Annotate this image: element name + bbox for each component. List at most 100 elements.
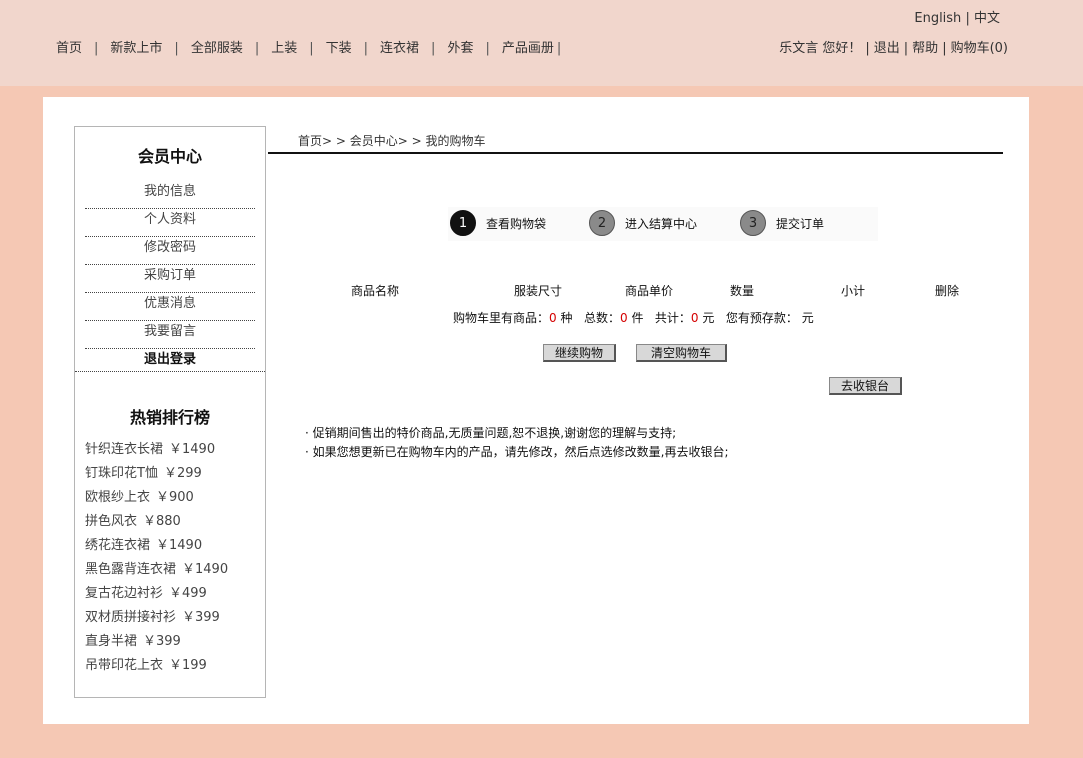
summary-sum-value: 0 <box>690 311 699 325</box>
nav-separator: | <box>556 41 562 56</box>
step-number: 2 <box>589 210 615 236</box>
nav-item-new-arrivals[interactable]: 新款上市 <box>110 41 162 56</box>
summary-deposit-unit: 元 <box>801 311 814 325</box>
nav-separator: | <box>485 41 490 56</box>
col-header-size: 服装尺寸 <box>514 284 563 298</box>
nav-separator: | <box>174 41 179 56</box>
hot-item-name: 双材质拼接衬衫 <box>85 610 177 625</box>
menu-item-orders[interactable]: 采购订单 <box>85 266 255 293</box>
col-header-delete: 删除 <box>935 284 960 298</box>
hot-item-name: 复古花边衬衫 <box>85 586 164 601</box>
hot-ranking-title: 热销排行榜 <box>129 408 210 427</box>
nav-item-catalog[interactable]: 产品画册 <box>502 41 554 56</box>
menu-item-leave-message[interactable]: 我要留言 <box>85 322 255 349</box>
hot-item-price: ￥1490 <box>156 538 203 553</box>
lang-chinese-link[interactable]: 中文 <box>974 11 1000 26</box>
hot-item[interactable]: 拼色风衣 ￥880 <box>85 513 228 537</box>
hot-ranking-list: 针织连衣长裙 ￥1490 钉珠印花T恤 ￥299 欧根纱上衣 ￥900 拼色风衣 ￥88… <box>85 441 228 681</box>
menu-item-promotions[interactable]: 优惠消息 <box>85 294 255 321</box>
member-center-title: 会员中心 <box>137 147 202 166</box>
breadcrumb-divider <box>268 152 1003 154</box>
user-greeting: 乐文言 您好！ <box>779 41 862 56</box>
nav-item-home[interactable]: 首页 <box>56 41 82 56</box>
nav-separator: | <box>254 41 260 56</box>
hot-item[interactable]: 双材质拼接衬衫 ￥399 <box>85 609 228 633</box>
checkout-button[interactable]: 去收银台 <box>829 377 902 395</box>
step-view-bag: 1 查看购物袋 <box>450 209 546 237</box>
continue-shopping-button[interactable]: 继续购物 <box>543 344 616 362</box>
cart-notes: · 促销期间售出的特价商品,无质量问题,恕不退换,谢谢您的理解与支持; · 如果… <box>305 424 729 462</box>
col-header-unit-price: 商品单价 <box>625 284 674 298</box>
clear-cart-button[interactable]: 清空购物车 <box>636 344 727 362</box>
summary-total-label: 总数： <box>583 311 620 325</box>
hot-item-name: 拼色风衣 <box>85 514 138 529</box>
hot-item[interactable]: 复古花边衬衫 ￥499 <box>85 585 228 609</box>
menu-item-profile[interactable]: 个人资料 <box>85 210 255 237</box>
note-line: · 促销期间售出的特价商品,无质量问题,恕不退换,谢谢您的理解与支持; <box>305 426 677 440</box>
hot-item[interactable]: 绣花连衣裙 ￥1490 <box>85 537 228 561</box>
step-submit-order: 3 提交订单 <box>740 209 824 237</box>
hot-item-price: ￥199 <box>169 658 207 673</box>
hot-item-name: 绣花连衣裙 <box>85 538 151 553</box>
hot-item-price: ￥880 <box>143 514 181 529</box>
sidebar-divider <box>75 371 265 372</box>
step-checkout-center: 2 进入结算中心 <box>589 209 697 237</box>
summary-sum-unit: 元 <box>702 311 715 325</box>
checkout-steps: 1 查看购物袋 2 进入结算中心 3 提交订单 <box>448 207 878 241</box>
user-links: 乐文言 您好！ | 退出 | 帮助 | 购物车(0) <box>779 37 1008 56</box>
nav-item-all-clothing[interactable]: 全部服装 <box>191 41 243 56</box>
menu-item-my-info[interactable]: 我的信息 <box>85 182 255 209</box>
hot-item[interactable]: 吊带印花上衣 ￥199 <box>85 657 228 681</box>
hot-item-name: 直身半裙 <box>85 634 138 649</box>
nav-item-bottoms[interactable]: 下装 <box>326 41 352 56</box>
hot-item-price: ￥499 <box>169 586 207 601</box>
step-label: 查看购物袋 <box>486 216 547 231</box>
step-label: 提交订单 <box>776 216 825 231</box>
top-bar: English | 中文 首页 | 新款上市 | 全部服装 | 上装 | 下装 | 连衣裙 | 外套 | 产… <box>0 0 1083 86</box>
menu-item-change-password[interactable]: 修改密码 <box>85 238 255 265</box>
help-link[interactable]: 帮助 <box>912 41 938 56</box>
hot-item-price: ￥399 <box>182 610 220 625</box>
nav-item-outerwear[interactable]: 外套 <box>447 41 473 56</box>
hot-item-price: ￥1490 <box>169 442 216 457</box>
member-menu: 我的信息 个人资料 修改密码 采购订单 优惠消息 我要留言 退出登录 <box>85 182 255 377</box>
hot-item-name: 欧根纱上衣 <box>85 490 151 505</box>
user-divider: | <box>865 41 870 56</box>
hot-item[interactable]: 直身半裙 ￥399 <box>85 633 228 657</box>
hot-item[interactable]: 黑色露背连衣裙 ￥1490 <box>85 561 228 585</box>
hot-item[interactable]: 针织连衣长裙 ￥1490 <box>85 441 228 465</box>
nav-item-tops[interactable]: 上装 <box>271 41 297 56</box>
cart-link[interactable]: 购物车(0) <box>951 41 1008 56</box>
summary-total-count: 0 <box>619 311 628 325</box>
nav-separator: | <box>363 41 369 56</box>
hot-item-name: 黑色露背连衣裙 <box>85 562 177 577</box>
nav-separator: | <box>94 41 99 56</box>
lang-english-link[interactable]: English <box>914 11 961 26</box>
summary-total-unit: 件 <box>631 311 644 325</box>
user-divider: | <box>903 41 909 56</box>
breadcrumb: 首页> > 会员中心> > 我的购物车 <box>298 134 486 148</box>
step-label: 进入结算中心 <box>625 216 698 231</box>
hot-item-name: 吊带印花上衣 <box>85 658 164 673</box>
col-header-product-name: 商品名称 <box>351 284 400 298</box>
summary-kinds-count: 0 <box>549 311 557 325</box>
logout-link[interactable]: 退出 <box>874 41 900 56</box>
main-panel: 会员中心 我的信息 个人资料 修改密码 采购订单 优惠消息 我要留言 退出登录 … <box>43 97 1029 724</box>
col-header-subtotal: 小计 <box>841 284 866 298</box>
hot-item[interactable]: 欧根纱上衣 ￥900 <box>85 489 228 513</box>
note-line: · 如果您想更新已在购物车内的产品，请先修改，然后点选修改数量,再去收银台; <box>305 445 729 459</box>
hot-item[interactable]: 钉珠印花T恤 ￥299 <box>85 465 228 489</box>
cart-summary: 购物车里有商品：0 种 总数：0 件 共计：0 元 您有预存款： 元 <box>453 309 814 326</box>
summary-sum-label: 共计： <box>654 311 691 325</box>
main-nav: 首页 | 新款上市 | 全部服装 | 上装 | 下装 | 连衣裙 | 外套 | 产品画册 | <box>56 37 561 56</box>
hot-item-price: ￥399 <box>143 634 181 649</box>
lang-divider: | <box>965 11 970 26</box>
summary-deposit-label: 您有预存款： <box>725 311 798 325</box>
hot-item-price: ￥900 <box>156 490 194 505</box>
menu-item-sign-out[interactable]: 退出登录 <box>85 350 255 376</box>
col-header-quantity: 数量 <box>730 284 755 298</box>
hot-item-name: 钉珠印花T恤 <box>85 466 158 481</box>
step-number: 1 <box>450 210 476 236</box>
nav-item-dresses[interactable]: 连衣裙 <box>380 41 419 56</box>
user-divider: | <box>942 41 947 56</box>
